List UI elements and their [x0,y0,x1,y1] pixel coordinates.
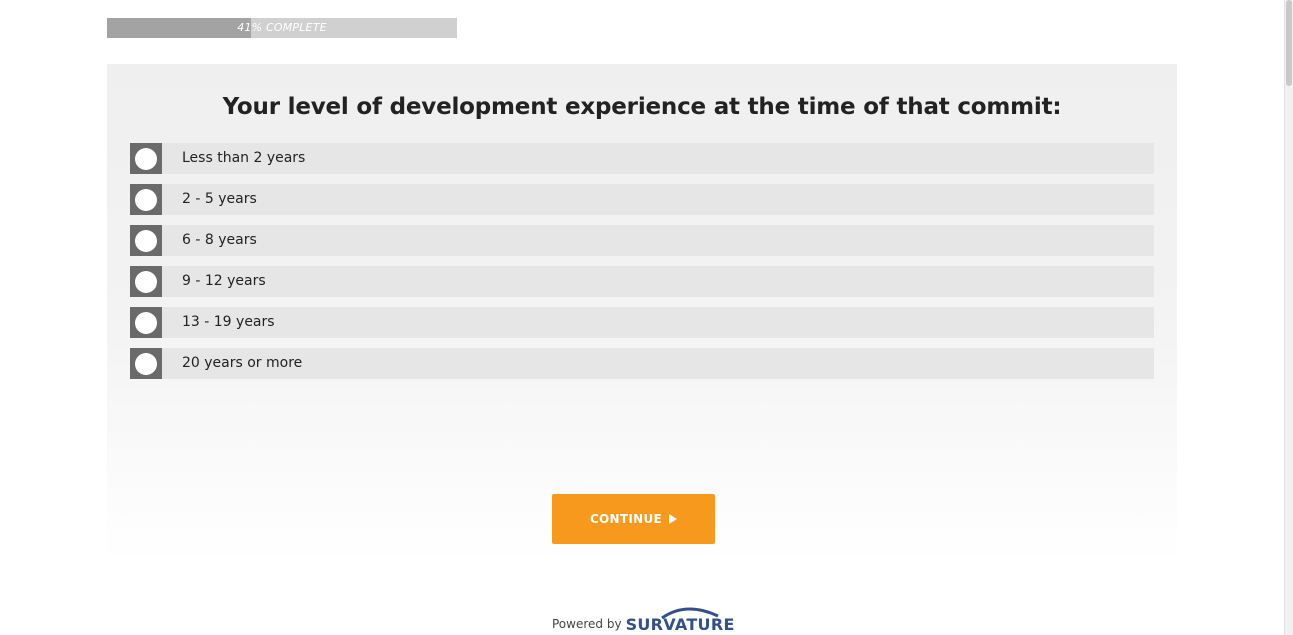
continue-button[interactable]: CONTINUE [552,494,715,544]
progress-label: 41% COMPLETE [237,21,327,34]
progress-bar: 41% COMPLETE [107,18,457,38]
answer-option[interactable]: 6 - 8 years [130,225,1154,256]
radio-button[interactable] [130,348,162,379]
radio-button[interactable] [130,307,162,338]
answer-option[interactable]: Less than 2 years [130,143,1154,174]
answer-option[interactable]: 20 years or more [130,348,1154,379]
play-arrow-icon [669,514,678,524]
radio-circle-icon [135,270,157,293]
survey-page: 41% COMPLETE Your level of development e… [0,0,1293,635]
radio-circle-icon [135,352,157,375]
answer-option-label: 9 - 12 years [182,273,266,289]
answer-option-label: 13 - 19 years [182,314,275,330]
radio-button[interactable] [130,266,162,297]
answer-option-label: 2 - 5 years [182,191,257,207]
answer-option[interactable]: 2 - 5 years [130,184,1154,215]
radio-button[interactable] [130,143,162,174]
scrollbar-thumb[interactable] [1286,0,1292,86]
question-title: Your level of development experience at … [222,94,1062,120]
radio-circle-icon [135,188,157,211]
answer-option-label: 20 years or more [182,355,303,371]
radio-circle-icon [135,311,157,334]
radio-circle-icon [135,229,157,252]
answer-option-label: Less than 2 years [182,150,306,166]
survature-logo[interactable]: SURVATURE [626,607,735,634]
answer-options: Less than 2 years 2 - 5 years 6 - 8 year… [130,143,1154,389]
radio-button[interactable] [130,225,162,256]
powered-by-footer[interactable]: Powered by SURVATURE [552,604,735,634]
answer-option-label: 6 - 8 years [182,232,257,248]
answer-option[interactable]: 9 - 12 years [130,266,1154,297]
answer-option[interactable]: 13 - 19 years [130,307,1154,338]
page-scrollbar[interactable] [1284,0,1293,635]
radio-circle-icon [135,147,157,170]
logo-arc-icon [660,607,719,619]
question-panel: Your level of development experience at … [107,64,1177,564]
radio-button[interactable] [130,184,162,215]
continue-label: CONTINUE [589,512,663,526]
powered-by-text: Powered by [552,617,622,631]
